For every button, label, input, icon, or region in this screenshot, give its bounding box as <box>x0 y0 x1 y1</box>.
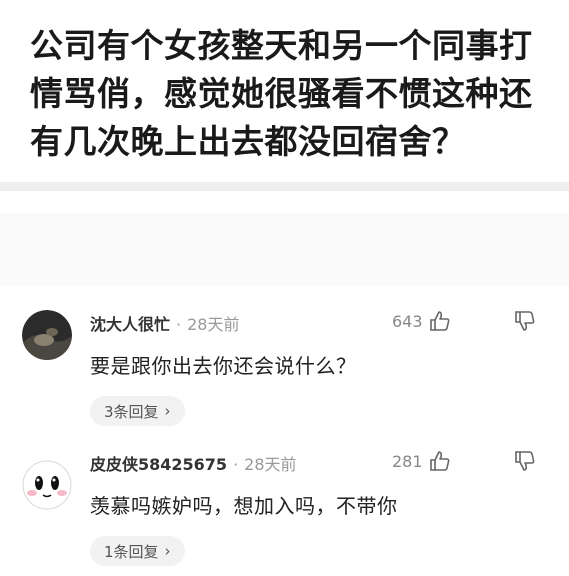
comment-text: 羡慕吗嫉妒吗，想加入吗，不带你 <box>90 494 398 518</box>
comment-list: 沈大人很忙 · 28天前 643 要是跟你出去你还会说什么？ 3条回复 › 皮皮… <box>0 286 569 576</box>
view-replies-button[interactable]: 1条回复 › <box>90 536 185 566</box>
separator-dot: · <box>233 455 239 474</box>
like-count: 643 <box>392 311 423 331</box>
cartoon-face-avatar <box>22 460 72 510</box>
dislike-button[interactable] <box>514 450 536 476</box>
question-card: 公司有个女孩整天和另一个同事打情骂俏，感觉她很骚看不惯这种还有几次晚上出去都没回… <box>0 0 569 213</box>
reply-count: 1条回复 <box>104 542 159 561</box>
reply-count: 3条回复 <box>104 402 159 421</box>
username-row: 沈大人很忙 · 28天前 <box>90 311 239 335</box>
thumbs-up-icon <box>429 311 449 331</box>
like-button[interactable]: 281 <box>392 450 451 472</box>
username[interactable]: 皮皮侠58425675 <box>90 455 227 474</box>
comment-item: 皮皮侠58425675 · 28天前 281 羡慕吗嫉妒吗，想加入吗，不带你 1条回… <box>0 438 569 576</box>
dislike-button[interactable] <box>514 310 536 336</box>
thumbs-down-icon <box>515 451 535 471</box>
comment-item: 沈大人很忙 · 28天前 643 要是跟你出去你还会说什么？ 3条回复 › <box>0 286 569 436</box>
comment-time: 28天前 <box>244 455 297 474</box>
question-title: 公司有个女孩整天和另一个同事打情骂俏，感觉她很骚看不惯这种还有几次晚上出去都没回… <box>30 26 533 161</box>
view-replies-button[interactable]: 3条回复 › <box>90 396 185 426</box>
thumbs-down-icon <box>515 311 535 331</box>
comment-text: 要是跟你出去你还会说什么？ <box>90 354 357 378</box>
avatar[interactable] <box>22 460 72 510</box>
action-bar: 插眼 <box>0 213 569 478</box>
avatar[interactable] <box>22 310 72 360</box>
card-divider <box>0 182 569 191</box>
separator-dot: · <box>176 315 182 334</box>
thumbs-up-icon <box>429 451 449 471</box>
dark-photo-avatar <box>22 310 72 360</box>
username-row: 皮皮侠58425675 · 28天前 <box>90 451 297 475</box>
like-count: 281 <box>392 451 423 471</box>
username[interactable]: 沈大人很忙 <box>90 315 170 334</box>
chevron-right-icon: › <box>164 542 171 560</box>
comment-time: 28天前 <box>187 315 240 334</box>
chevron-right-icon: › <box>164 402 171 420</box>
like-button[interactable]: 643 <box>392 310 451 332</box>
